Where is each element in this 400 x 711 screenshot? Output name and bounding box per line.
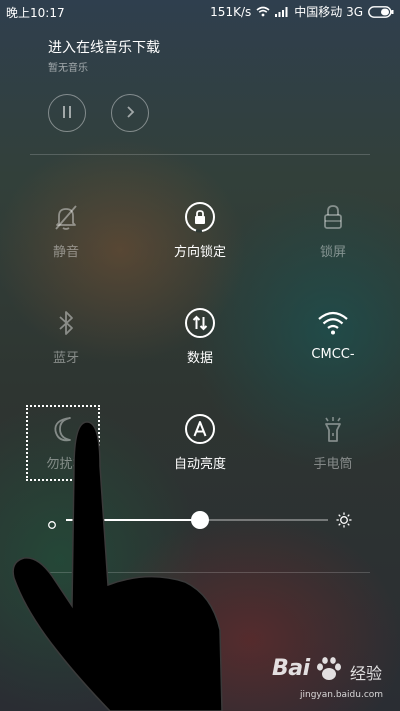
toggle-label: 自动亮度 (173, 457, 226, 472)
rotation-lock-icon (183, 200, 217, 234)
toggle-rotation-lock[interactable]: 方向锁定 (150, 200, 250, 260)
network-speed: 151K/s (210, 4, 252, 19)
music-title[interactable]: 进入在线音乐下载 (48, 37, 160, 57)
chevron-right-icon (124, 104, 136, 123)
battery-icon (368, 5, 394, 18)
bluetooth-icon (49, 306, 83, 340)
data-arrows-icon (183, 306, 217, 340)
toggle-label: 数据 (186, 351, 213, 366)
toggle-label: 手电筒 (313, 457, 353, 472)
toggle-mute[interactable]: 静音 (16, 200, 116, 260)
lock-icon (316, 200, 350, 234)
watermark-brand: Bai (272, 656, 310, 681)
brightness-slider-thumb[interactable] (190, 511, 209, 529)
music-subtitle: 暂无音乐 (48, 63, 88, 74)
toggle-label: 静音 (52, 245, 79, 260)
toggle-lock-screen[interactable]: 锁屏 (283, 200, 383, 260)
toggle-data[interactable]: 数据 (150, 306, 250, 366)
toggle-wifi[interactable]: CMCC- (283, 306, 383, 362)
toggle-bluetooth[interactable]: 蓝牙 (16, 306, 116, 366)
next-button[interactable] (111, 94, 149, 132)
flashlight-icon (316, 412, 350, 446)
brightness-slider-fill (66, 519, 200, 521)
toggle-label: 方向锁定 (173, 245, 226, 260)
wifi-icon (316, 306, 350, 340)
signal-icon (275, 6, 289, 17)
status-time: 晚上10:17 (6, 6, 65, 20)
paw-logo (314, 656, 344, 686)
brightness-high-icon (336, 512, 352, 532)
toggle-label: CMCC- (311, 347, 355, 362)
watermark-suffix: 经验 (350, 664, 383, 683)
wifi-status-icon (256, 6, 270, 17)
divider-bottom (30, 572, 370, 573)
watermark-url: jingyan.baidu.com (300, 690, 384, 700)
pause-icon (61, 104, 73, 123)
bell-off-icon (49, 200, 83, 234)
status-right: 151K/s 中国移动 3G (210, 3, 394, 20)
brightness-low-icon (47, 515, 57, 534)
divider-top (30, 154, 370, 155)
toggle-flashlight[interactable]: 手电筒 (283, 412, 383, 472)
carrier-name: 中国移动 3G (294, 5, 363, 19)
pause-button[interactable] (48, 94, 86, 132)
auto-brightness-icon (183, 412, 217, 446)
status-bar: 晚上10:17 151K/s 中国移动 3G (0, 0, 400, 22)
toggle-auto-brightness[interactable]: 自动亮度 (150, 412, 250, 472)
selection-highlight (26, 405, 100, 481)
toggle-label: 蓝牙 (52, 351, 79, 366)
toggle-label: 锁屏 (319, 245, 346, 260)
